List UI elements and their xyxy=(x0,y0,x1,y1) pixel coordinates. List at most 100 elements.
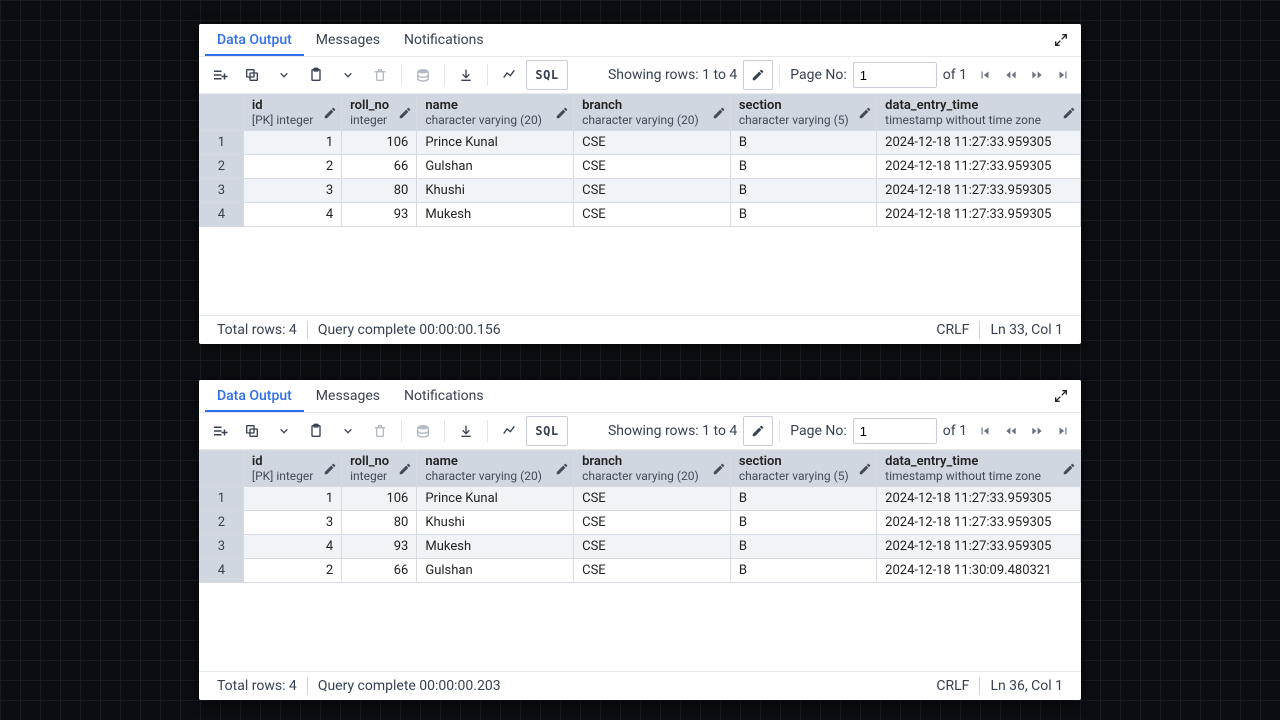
cell-branch[interactable]: CSE xyxy=(574,155,731,179)
prev-page-button[interactable] xyxy=(999,416,1023,446)
column-header-branch[interactable]: branchcharacter varying (20) xyxy=(574,95,731,131)
chart-button[interactable] xyxy=(494,416,524,446)
cell-data_entry_time[interactable]: 2024-12-18 11:30:09.480321 xyxy=(877,559,1081,583)
cell-branch[interactable]: CSE xyxy=(574,203,731,227)
pencil-icon[interactable] xyxy=(1062,462,1076,476)
cell-data_entry_time[interactable]: 2024-12-18 11:27:33.959305 xyxy=(877,511,1081,535)
table-row[interactable]: 3493MukeshCSEB2024-12-18 11:27:33.959305 xyxy=(200,535,1081,559)
cell-data_entry_time[interactable]: 2024-12-18 11:27:33.959305 xyxy=(877,155,1081,179)
table-row[interactable]: 2266GulshanCSEB2024-12-18 11:27:33.95930… xyxy=(200,155,1081,179)
pencil-icon[interactable] xyxy=(858,106,872,120)
cell-branch[interactable]: CSE xyxy=(574,131,731,155)
pencil-icon[interactable] xyxy=(1062,106,1076,120)
cell-section[interactable]: B xyxy=(730,179,876,203)
cell-roll_no[interactable]: 80 xyxy=(342,179,417,203)
cell-id[interactable]: 4 xyxy=(243,535,341,559)
column-header-name[interactable]: namecharacter varying (20) xyxy=(417,451,574,487)
paste-menu-button[interactable] xyxy=(333,60,363,90)
last-page-button[interactable] xyxy=(1051,416,1075,446)
delete-row-button[interactable] xyxy=(365,416,395,446)
next-page-button[interactable] xyxy=(1025,60,1049,90)
tab-notifications[interactable]: Notifications xyxy=(392,382,496,410)
column-header-name[interactable]: namecharacter varying (20) xyxy=(417,95,574,131)
last-page-button[interactable] xyxy=(1051,60,1075,90)
cell-section[interactable]: B xyxy=(730,203,876,227)
paste-menu-button[interactable] xyxy=(333,416,363,446)
expand-icon[interactable] xyxy=(1047,382,1075,410)
cell-name[interactable]: Khushi xyxy=(417,511,574,535)
cell-id[interactable]: 3 xyxy=(243,511,341,535)
save-data-button[interactable] xyxy=(408,60,438,90)
tab-notifications[interactable]: Notifications xyxy=(392,26,496,54)
cell-id[interactable]: 2 xyxy=(243,559,341,583)
table-row[interactable]: 4493MukeshCSEB2024-12-18 11:27:33.959305 xyxy=(200,203,1081,227)
cell-section[interactable]: B xyxy=(730,131,876,155)
tab-data-output[interactable]: Data Output xyxy=(205,26,304,56)
cell-data_entry_time[interactable]: 2024-12-18 11:27:33.959305 xyxy=(877,487,1081,511)
cell-section[interactable]: B xyxy=(730,487,876,511)
first-page-button[interactable] xyxy=(973,416,997,446)
cell-name[interactable]: Prince Kunal xyxy=(417,487,574,511)
table-row[interactable]: 11106Prince KunalCSEB2024-12-18 11:27:33… xyxy=(200,131,1081,155)
expand-icon[interactable] xyxy=(1047,26,1075,54)
cell-name[interactable]: Gulshan xyxy=(417,559,574,583)
add-row-button[interactable] xyxy=(205,60,235,90)
pencil-icon[interactable] xyxy=(398,462,412,476)
cell-branch[interactable]: CSE xyxy=(574,487,731,511)
delete-row-button[interactable] xyxy=(365,60,395,90)
cell-data_entry_time[interactable]: 2024-12-18 11:27:33.959305 xyxy=(877,131,1081,155)
cell-roll_no[interactable]: 66 xyxy=(342,559,417,583)
column-header-section[interactable]: sectioncharacter varying (5) xyxy=(730,95,876,131)
pencil-icon[interactable] xyxy=(712,462,726,476)
tab-messages[interactable]: Messages xyxy=(304,382,392,410)
column-header-data_entry_time[interactable]: data_entry_timetimestamp without time zo… xyxy=(877,95,1081,131)
pencil-icon[interactable] xyxy=(712,106,726,120)
cell-name[interactable]: Gulshan xyxy=(417,155,574,179)
cell-id[interactable]: 1 xyxy=(243,131,341,155)
table-row[interactable]: 11106Prince KunalCSEB2024-12-18 11:27:33… xyxy=(200,487,1081,511)
cell-data_entry_time[interactable]: 2024-12-18 11:27:33.959305 xyxy=(877,179,1081,203)
cell-roll_no[interactable]: 80 xyxy=(342,511,417,535)
pencil-icon[interactable] xyxy=(555,106,569,120)
cell-name[interactable]: Khushi xyxy=(417,179,574,203)
tab-messages[interactable]: Messages xyxy=(304,26,392,54)
cell-name[interactable]: Mukesh xyxy=(417,535,574,559)
prev-page-button[interactable] xyxy=(999,60,1023,90)
cell-branch[interactable]: CSE xyxy=(574,559,731,583)
cell-id[interactable]: 4 xyxy=(243,203,341,227)
cell-section[interactable]: B xyxy=(730,559,876,583)
copy-menu-button[interactable] xyxy=(269,60,299,90)
column-header-id[interactable]: id[PK] integer xyxy=(243,95,341,131)
table-row[interactable]: 4266GulshanCSEB2024-12-18 11:30:09.48032… xyxy=(200,559,1081,583)
cell-roll_no[interactable]: 93 xyxy=(342,535,417,559)
cell-section[interactable]: B xyxy=(730,511,876,535)
sql-button[interactable]: SQL xyxy=(526,416,568,446)
download-button[interactable] xyxy=(451,416,481,446)
pencil-icon[interactable] xyxy=(323,106,337,120)
cell-roll_no[interactable]: 93 xyxy=(342,203,417,227)
cell-branch[interactable]: CSE xyxy=(574,511,731,535)
cell-roll_no[interactable]: 66 xyxy=(342,155,417,179)
cell-section[interactable]: B xyxy=(730,535,876,559)
cell-branch[interactable]: CSE xyxy=(574,179,731,203)
pencil-icon[interactable] xyxy=(398,106,412,120)
edit-range-button[interactable] xyxy=(743,416,773,446)
column-header-roll_no[interactable]: roll_nointeger xyxy=(342,451,417,487)
column-header-section[interactable]: sectioncharacter varying (5) xyxy=(730,451,876,487)
first-page-button[interactable] xyxy=(973,60,997,90)
column-header-data_entry_time[interactable]: data_entry_timetimestamp without time zo… xyxy=(877,451,1081,487)
table-row[interactable]: 2380KhushiCSEB2024-12-18 11:27:33.959305 xyxy=(200,511,1081,535)
column-header-branch[interactable]: branchcharacter varying (20) xyxy=(574,451,731,487)
sql-button[interactable]: SQL xyxy=(526,60,568,90)
cell-id[interactable]: 2 xyxy=(243,155,341,179)
copy-button[interactable] xyxy=(237,60,267,90)
chart-button[interactable] xyxy=(494,60,524,90)
page-number-input[interactable] xyxy=(853,62,937,88)
copy-button[interactable] xyxy=(237,416,267,446)
cell-data_entry_time[interactable]: 2024-12-18 11:27:33.959305 xyxy=(877,203,1081,227)
save-data-button[interactable] xyxy=(408,416,438,446)
paste-button[interactable] xyxy=(301,416,331,446)
add-row-button[interactable] xyxy=(205,416,235,446)
cell-section[interactable]: B xyxy=(730,155,876,179)
pencil-icon[interactable] xyxy=(858,462,872,476)
